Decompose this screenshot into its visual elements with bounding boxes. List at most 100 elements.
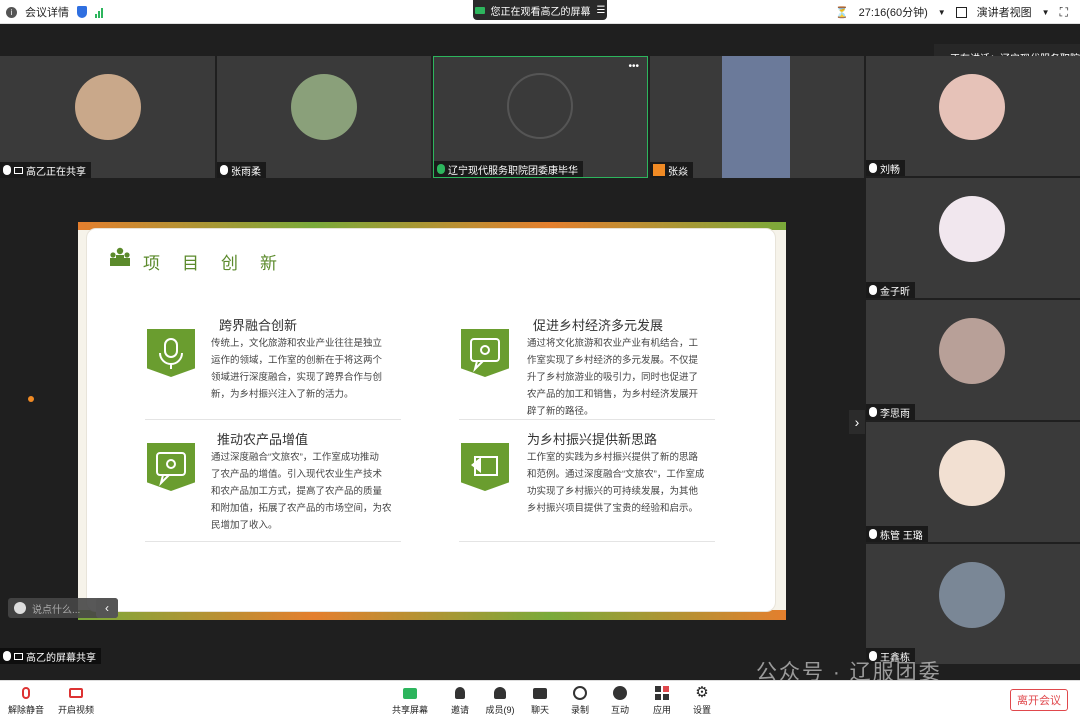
share-banner[interactable]: 您正在观看高乙的屏幕 ☰: [473, 0, 607, 20]
collapse-chat-button[interactable]: ‹: [96, 598, 118, 618]
feature-line: 运作的领域，工作室的创新在于将这两个: [211, 355, 383, 366]
avatar: [291, 74, 357, 140]
avatar: [939, 440, 1005, 506]
screen-icon: [14, 166, 23, 174]
avatar: [939, 562, 1005, 628]
participant-name: 金子昕: [880, 286, 910, 298]
video-label: 开启视频: [57, 705, 94, 715]
feature-title: 为乡村振兴提供新思路: [527, 432, 658, 447]
participant-tile[interactable]: 王鑫栋: [866, 544, 1080, 664]
participant-tile[interactable]: 栋管 王璐: [866, 422, 1080, 542]
feature-line: 民增加了收入。: [211, 520, 278, 531]
feature-line: 作室实现了乡村经济的多元发展。不仅提: [527, 355, 699, 366]
mic-icon: [3, 651, 11, 661]
name-tag: 刘畅: [866, 160, 905, 176]
feature-line: 通过深度融合“文旅农”，工作室成功推动: [211, 452, 379, 463]
meeting-info-button[interactable]: 会议详情: [25, 4, 69, 20]
participant-tile-active[interactable]: ••• 辽宁现代服务职院团委康毕华: [433, 56, 648, 178]
feature-title: 跨界融合创新: [219, 318, 298, 333]
participant-tile[interactable]: 张雨柔: [217, 56, 431, 178]
unmute-button[interactable]: 解除静音: [4, 685, 48, 716]
invite-label: 邀请: [450, 705, 469, 715]
feature-line: 乡村振兴项目提供了宝贵的经验和启示。: [527, 503, 699, 514]
participant-tile[interactable]: 高乙正在共享: [0, 56, 215, 178]
share-screen-button[interactable]: 共享屏幕: [388, 685, 432, 716]
settings-button[interactable]: ⚙ 设置: [680, 685, 724, 716]
avatar: [939, 74, 1005, 140]
participant-tile[interactable]: 刘畅: [866, 56, 1080, 176]
emoji-icon[interactable]: [14, 602, 26, 614]
share-screen-icon: [401, 685, 419, 701]
members-icon: [491, 685, 509, 701]
feature-line: 和附加值，拓展了农产品的市场空间，为农: [211, 503, 392, 514]
share-label: 共享屏幕: [391, 705, 428, 715]
participant-name: 李思雨: [880, 408, 910, 420]
chat-button[interactable]: 聊天: [518, 685, 562, 716]
participant-tile[interactable]: 李思雨: [866, 300, 1080, 420]
leave-meeting-button[interactable]: 离开会议: [1010, 689, 1068, 711]
feature-line: 和范例。通过深度融合“文旅农”，工作室成: [527, 469, 705, 480]
feature-title: 推动农产品增值: [217, 432, 309, 447]
participant-name: 辽宁现代服务职院团委康毕华: [448, 165, 578, 177]
bottom-toolbar: 解除静音 开启视频 共享屏幕 邀请 成员(9) 聊天 录制 互动 应用 ⚙ 设置…: [0, 680, 1080, 720]
hourglass-icon: ⏳: [834, 6, 849, 19]
screen-icon: [14, 652, 23, 660]
share-tag-text: 高乙的屏幕共享: [26, 652, 96, 664]
interact-label: 互动: [610, 705, 629, 715]
next-page-arrow[interactable]: ›: [849, 410, 865, 434]
name-tag: 金子昕: [866, 282, 915, 298]
mic-muted-icon: [869, 529, 877, 539]
team-icon: [109, 247, 131, 267]
info-icon[interactable]: i: [6, 6, 17, 18]
chat-gear-icon: [147, 443, 195, 491]
name-tag: 李思雨: [866, 404, 915, 420]
settings-label: 设置: [692, 705, 711, 715]
avatar: [507, 73, 573, 139]
mic-muted-icon: [220, 165, 228, 175]
signal-icon[interactable]: [95, 7, 103, 18]
unmute-label: 解除静音: [7, 705, 44, 715]
slide-title: 项目创新: [143, 254, 299, 273]
add-user-icon: [451, 685, 469, 701]
feature-text: 通过将文化旅游和农业产业有机结合，工 作室实现了乡村经济的多元发展。不仅提 升了…: [527, 335, 767, 420]
divider: [145, 419, 401, 420]
feature-line: 工作室的实践为乡村振兴提供了新的思路: [527, 452, 699, 463]
participant-name: 张焱: [668, 166, 688, 178]
feature-title: 促进乡村经济多元发展: [533, 318, 664, 333]
members-button[interactable]: 成员(9): [478, 685, 522, 716]
menu-icon[interactable]: ☰: [597, 5, 606, 16]
invite-button[interactable]: 邀请: [438, 685, 482, 716]
name-tag: 辽宁现代服务职院团委康毕华: [434, 161, 583, 177]
video-stage: 高乙正在共享 张雨柔 ••• 辽宁现代服务职院团委康毕华 张焱 正在讲话：辽宁现…: [0, 24, 1080, 664]
name-tag: 高乙正在共享: [0, 162, 91, 178]
chat-icon: [531, 685, 549, 701]
start-video-button[interactable]: 开启视频: [54, 685, 98, 716]
more-options-icon[interactable]: •••: [628, 61, 639, 72]
shield-icon[interactable]: [77, 6, 87, 18]
microphone-icon: [147, 329, 195, 377]
divider: [459, 541, 715, 542]
record-icon: [571, 685, 589, 701]
feature-line: 功实现了乡村振兴的可持续发展，为其他: [527, 486, 699, 497]
record-button[interactable]: 录制: [558, 685, 602, 716]
interact-icon: [611, 685, 629, 701]
feature-text: 通过深度融合“文旅农”，工作室成功推动 了农产品的增值。引入现代农业生产技术 和…: [211, 449, 451, 534]
divider: [145, 541, 401, 542]
grid-view-icon[interactable]: [955, 6, 967, 18]
video-off-icon: [67, 685, 85, 701]
avatar: [75, 74, 141, 140]
feature-text: 工作室的实践为乡村振兴提供了新的思路 和范例。通过深度融合“文旅农”，工作室成 …: [527, 449, 767, 517]
feature-line: 和农产品加工方式，提高了农产品的质量: [211, 486, 383, 497]
fullscreen-icon[interactable]: ⛶: [1060, 5, 1068, 20]
participant-tile[interactable]: 金子昕: [866, 178, 1080, 298]
interact-button[interactable]: 互动: [598, 685, 642, 716]
chevron-down-icon[interactable]: ▼: [938, 8, 946, 17]
apps-button[interactable]: 应用: [640, 685, 684, 716]
participant-tile[interactable]: 张焱: [650, 56, 864, 178]
chevron-down-icon[interactable]: ▼: [1042, 8, 1050, 17]
share-name-tag: 高乙的屏幕共享: [0, 648, 101, 664]
members-label: 成员(9): [485, 705, 515, 715]
feature-line: 了农产品的增值。引入现代农业生产技术: [211, 469, 383, 480]
mic-muted-icon: [869, 163, 877, 173]
view-mode-select[interactable]: 演讲者视图: [977, 4, 1032, 20]
